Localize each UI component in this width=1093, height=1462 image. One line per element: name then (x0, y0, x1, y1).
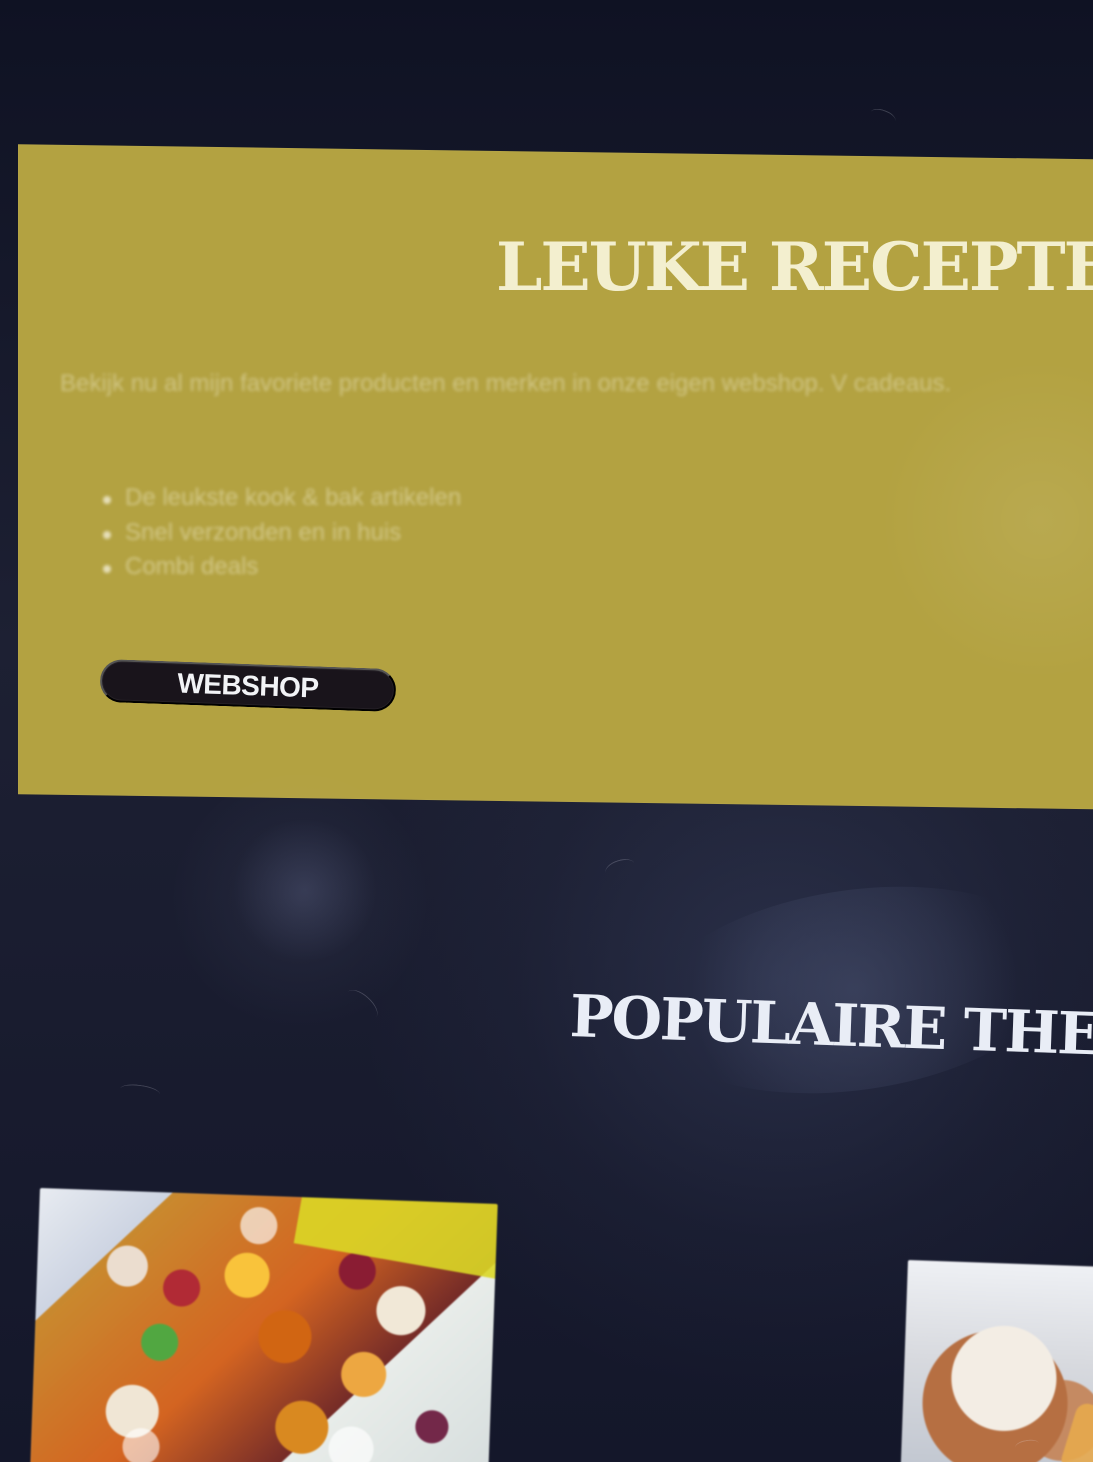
bullet-icon (103, 496, 111, 504)
promo-feature-item: De leukste kook & bak artikelen (103, 484, 461, 512)
webshop-button[interactable]: WEBSHOP (99, 658, 397, 713)
promo-title: LEUKE RECEPTEN W (496, 228, 1093, 306)
recipe-card-image[interactable] (30, 1188, 498, 1462)
promo-description: Bekijk nu al mijn favoriete producten en… (60, 370, 952, 397)
promo-feature-text: Snel verzonden en in huis (125, 518, 402, 546)
dust-mark (341, 984, 383, 1025)
promo-content: LEUKE RECEPTEN W Bekijk nu al mijn favor… (18, 152, 1093, 802)
promo-feature-text: De leukste kook & bak artikelen (125, 484, 462, 511)
promo-feature-item: Snel verzonden en in huis (103, 519, 461, 547)
screen: LEUKE RECEPTEN W Bekijk nu al mijn favor… (0, 0, 1093, 1462)
screen-glare (230, 820, 380, 960)
dust-mark (119, 1082, 161, 1101)
recipe-card-image[interactable] (900, 1260, 1093, 1462)
promo-feature-list: De leukste kook & bak artikelen Snel ver… (103, 484, 461, 588)
promo-feature-text: Combi deals (125, 553, 259, 581)
promo-feature-item: Combi deals (103, 553, 461, 581)
bullet-icon (103, 565, 111, 574)
dust-mark (868, 105, 898, 128)
dust-mark (603, 855, 637, 881)
popular-themes-title: POPULAIRE THEM (568, 982, 1093, 1071)
bullet-icon (103, 530, 111, 539)
promo-banner: LEUKE RECEPTEN W Bekijk nu al mijn favor… (18, 144, 1093, 810)
